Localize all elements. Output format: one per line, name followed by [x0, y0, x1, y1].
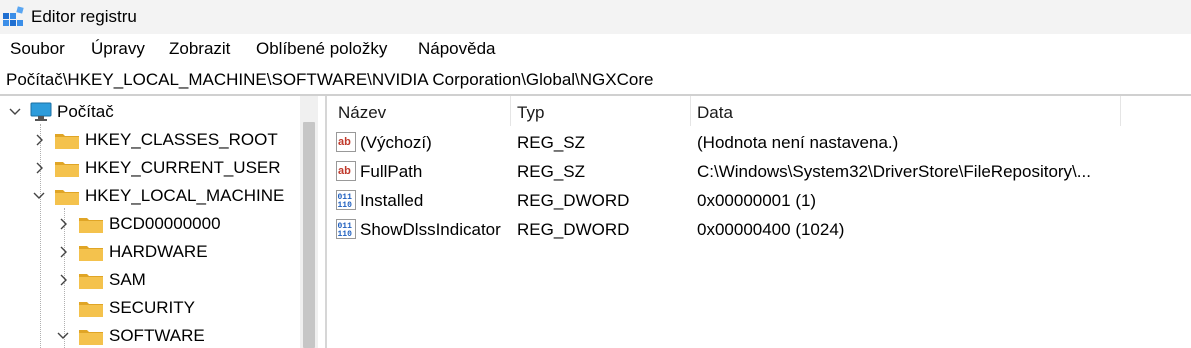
- menu-oblibene[interactable]: Oblíbené položky: [256, 39, 387, 59]
- tree-item-software[interactable]: SOFTWARE: [54, 322, 205, 348]
- value-name: Installed: [360, 191, 424, 210]
- folder-icon: [55, 190, 79, 205]
- menu-soubor[interactable]: Soubor: [10, 39, 65, 59]
- menu-bar: Soubor Úpravy Zobrazit Oblíbené položky …: [0, 34, 1191, 65]
- tree-scrollbar-thumb[interactable]: [303, 122, 315, 348]
- title-bar: Editor registru: [0, 0, 1191, 34]
- column-header-data[interactable]: Data: [697, 103, 733, 123]
- svg-text:ab: ab: [338, 165, 351, 177]
- menu-zobrazit[interactable]: Zobrazit: [169, 39, 230, 59]
- tree-item-hkcu[interactable]: HKEY_CURRENT_USER: [30, 154, 281, 182]
- folder-icon: [55, 134, 79, 149]
- folder-icon: [55, 162, 79, 177]
- value-type: REG_SZ: [517, 133, 586, 152]
- value-row[interactable]: 011 110 ShowDlssIndicator REG_DWORD 0x00…: [330, 216, 1191, 245]
- value-data: 0x00000400 (1024): [697, 220, 845, 239]
- value-row[interactable]: ab FullPath REG_SZ C:\Windows\System32\D…: [330, 158, 1191, 187]
- tree-item-bcd[interactable]: BCD00000000: [54, 210, 221, 238]
- tree-item-label: HKEY_LOCAL_MACHINE: [85, 186, 285, 205]
- value-name: FullPath: [360, 162, 423, 181]
- tree-item-label: HKEY_CLASSES_ROOT: [85, 130, 278, 149]
- chevron-right-icon[interactable]: [54, 215, 72, 233]
- binary-value-icon: 011 110: [336, 190, 356, 210]
- value-data: C:\Windows\System32\DriverStore\FileRepo…: [697, 162, 1091, 181]
- key-tree: Počítač HKEY_CLASSES_ROOT HKEY_CURRENT_U…: [0, 96, 300, 348]
- values-list: Název Typ Data ab (Výchozí) REG_SZ (Hodn…: [330, 96, 1191, 348]
- folder-icon: [79, 302, 103, 317]
- tree-item-hardware[interactable]: HARDWARE: [54, 238, 208, 266]
- chevron-right-icon[interactable]: [30, 159, 48, 177]
- tree-item-label: Počítač: [57, 102, 114, 121]
- folder-icon: [79, 218, 103, 233]
- value-type: REG_DWORD: [517, 191, 630, 210]
- window-title: Editor registru: [31, 7, 137, 26]
- svg-text:110: 110: [338, 230, 353, 239]
- address-path[interactable]: Počítač\HKEY_LOCAL_MACHINE\SOFTWARE\NVID…: [6, 70, 653, 90]
- chevron-down-icon[interactable]: [30, 187, 48, 205]
- menu-upravy[interactable]: Úpravy: [91, 39, 145, 59]
- value-type: REG_SZ: [517, 162, 586, 181]
- tree-item-label: SOFTWARE: [109, 326, 205, 345]
- binary-value-icon: 011 110: [336, 219, 356, 239]
- value-type: REG_DWORD: [517, 220, 630, 239]
- value-name: (Výchozí): [360, 133, 432, 152]
- value-row[interactable]: ab (Výchozí) REG_SZ (Hodnota není nastav…: [330, 129, 1191, 158]
- tree-item-label: SECURITY: [109, 298, 195, 317]
- column-header-type[interactable]: Typ: [517, 103, 544, 123]
- tree-item-hklm[interactable]: HKEY_LOCAL_MACHINE: [30, 182, 284, 210]
- computer-icon: [30, 102, 52, 121]
- value-name: ShowDlssIndicator: [360, 220, 501, 239]
- string-value-icon: ab: [336, 132, 356, 152]
- column-divider[interactable]: [510, 96, 511, 126]
- tree-item-computer[interactable]: Počítač: [6, 98, 114, 126]
- folder-icon: [79, 246, 103, 261]
- tree-item-label: SAM: [109, 270, 146, 289]
- chevron-right-icon[interactable]: [54, 271, 72, 289]
- address-bar[interactable]: Počítač\HKEY_LOCAL_MACHINE\SOFTWARE\NVID…: [0, 64, 1191, 96]
- column-header-name[interactable]: Název: [338, 103, 386, 123]
- chevron-right-icon[interactable]: [30, 131, 48, 149]
- column-divider[interactable]: [690, 96, 691, 126]
- svg-text:ab: ab: [338, 136, 351, 148]
- tree-item-label: HARDWARE: [109, 242, 208, 261]
- menu-napoveda[interactable]: Nápověda: [418, 39, 496, 59]
- folder-icon: [79, 274, 103, 289]
- folder-icon: [79, 330, 103, 345]
- tree-item-label: BCD00000000: [109, 214, 221, 233]
- pane-splitter[interactable]: [325, 96, 327, 348]
- tree-item-hkcr[interactable]: HKEY_CLASSES_ROOT: [30, 126, 278, 154]
- value-data: (Hodnota není nastavena.): [697, 133, 899, 152]
- value-data: 0x00000001 (1): [697, 191, 817, 210]
- chevron-down-icon[interactable]: [6, 103, 24, 121]
- chevron-down-icon[interactable]: [54, 327, 72, 345]
- chevron-right-icon[interactable]: [54, 243, 72, 261]
- string-value-icon: ab: [336, 161, 356, 181]
- column-divider[interactable]: [1120, 96, 1121, 126]
- svg-text:110: 110: [338, 201, 353, 210]
- tree-item-label: HKEY_CURRENT_USER: [85, 158, 281, 177]
- registry-editor-icon: [3, 6, 24, 26]
- tree-item-security[interactable]: SECURITY: [54, 294, 195, 322]
- tree-item-sam[interactable]: SAM: [54, 266, 146, 294]
- value-row[interactable]: 011 110 Installed REG_DWORD 0x00000001 (…: [330, 187, 1191, 216]
